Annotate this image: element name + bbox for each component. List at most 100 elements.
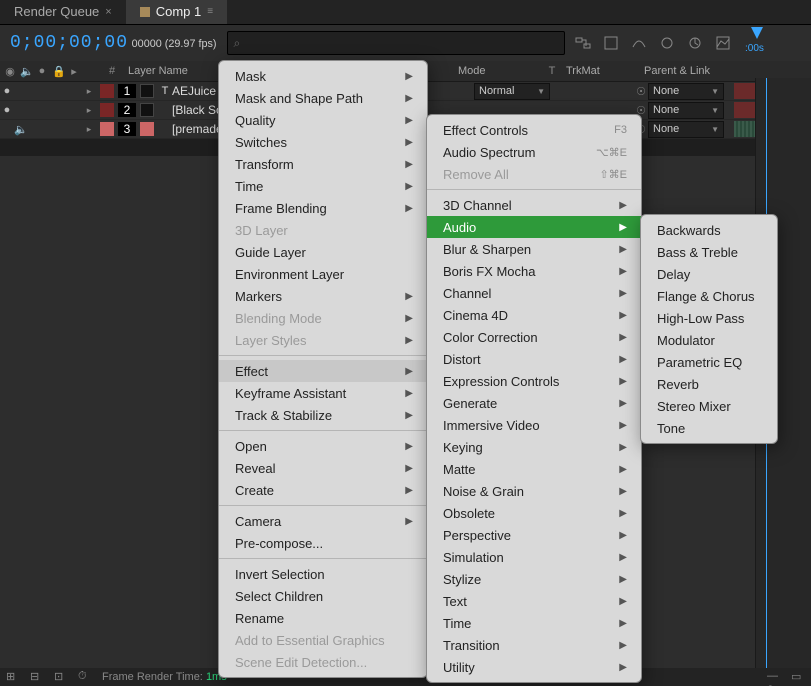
parent-dropdown[interactable]: None▼ <box>648 121 724 138</box>
menu-reverb[interactable]: Reverb <box>641 373 777 395</box>
menu-effect[interactable]: Effect▶ <box>219 360 427 382</box>
audio-toggle[interactable]: 🔈 <box>14 123 28 136</box>
menu-perspective[interactable]: Perspective▶ <box>427 524 641 546</box>
menu-switches[interactable]: Switches▶ <box>219 131 427 153</box>
playhead-icon[interactable] <box>751 27 763 39</box>
tab-comp1[interactable]: Comp 1 ≡ <box>126 0 227 24</box>
audio-column-icon[interactable]: 🔈 <box>20 65 32 77</box>
menu-flange-chorus[interactable]: Flange & Chorus <box>641 285 777 307</box>
menu-camera[interactable]: Camera▶ <box>219 510 427 532</box>
menu-time[interactable]: Time▶ <box>219 175 427 197</box>
mode-column[interactable]: Mode <box>452 65 544 77</box>
chevron-right-icon: ▶ <box>619 552 627 563</box>
panel-menu-icon[interactable]: ≡ <box>207 0 213 24</box>
menu-delay[interactable]: Delay <box>641 263 777 285</box>
tab-render-queue[interactable]: Render Queue × <box>0 0 126 24</box>
menu-audio[interactable]: Audio▶ <box>427 216 641 238</box>
menu-create[interactable]: Create▶ <box>219 479 427 501</box>
menu-keying[interactable]: Keying▶ <box>427 436 641 458</box>
menu-utility[interactable]: Utility▶ <box>427 656 641 678</box>
shy-icon[interactable] <box>631 35 647 51</box>
menu-guide-layer[interactable]: Guide Layer <box>219 241 427 263</box>
twirl-icon[interactable]: ▸ <box>82 124 96 135</box>
label-swatch[interactable] <box>100 84 114 98</box>
solo-column-icon[interactable]: ● <box>36 65 48 77</box>
menu-parametric-eq[interactable]: Parametric EQ <box>641 351 777 373</box>
menu-keyframe-assistant[interactable]: Keyframe Assistant▶ <box>219 382 427 404</box>
draft3d-icon[interactable] <box>603 35 619 51</box>
menu-stereo-mixer[interactable]: Stereo Mixer <box>641 395 777 417</box>
menu-stylize[interactable]: Stylize▶ <box>427 568 641 590</box>
render-time-icon[interactable]: ⏱ <box>78 670 92 684</box>
toggle-in-out-icon[interactable]: ⊡ <box>54 670 68 684</box>
close-icon[interactable]: × <box>105 0 111 24</box>
menu-distort[interactable]: Distort▶ <box>427 348 641 370</box>
time-ruler[interactable]: :00s <box>741 25 801 61</box>
motion-blur-icon[interactable] <box>687 35 703 51</box>
trkmat-column[interactable]: TrkMat <box>560 65 638 77</box>
menu-pre-compose[interactable]: Pre-compose... <box>219 532 427 554</box>
menu-transform[interactable]: Transform▶ <box>219 153 427 175</box>
menu-reveal[interactable]: Reveal▶ <box>219 457 427 479</box>
menu-generate[interactable]: Generate▶ <box>427 392 641 414</box>
menu-high-low-pass[interactable]: High-Low Pass <box>641 307 777 329</box>
menu-rename[interactable]: Rename <box>219 607 427 629</box>
menu-channel[interactable]: Channel▶ <box>427 282 641 304</box>
menu-blur-sharpen[interactable]: Blur & Sharpen▶ <box>427 238 641 260</box>
menu-mask[interactable]: Mask▶ <box>219 65 427 87</box>
twirl-icon[interactable]: ▸ <box>82 105 96 116</box>
menu-text[interactable]: Text▶ <box>427 590 641 612</box>
chevron-right-icon: ▶ <box>405 516 413 527</box>
label-column-icon[interactable]: ▸ <box>68 65 80 77</box>
frame-blend-icon[interactable] <box>659 35 675 51</box>
menu-boris-fx-mocha[interactable]: Boris FX Mocha▶ <box>427 260 641 282</box>
blend-mode-dropdown[interactable]: Normal▼ <box>474 83 550 100</box>
menu-tone[interactable]: Tone <box>641 417 777 439</box>
current-time[interactable]: 0;00;00;00 00000 (29.97 fps) <box>10 33 217 53</box>
menu-open[interactable]: Open▶ <box>219 435 427 457</box>
graph-editor-icon[interactable] <box>715 35 731 51</box>
visibility-toggle[interactable]: ● <box>0 85 14 97</box>
menu-mask-shape-path[interactable]: Mask and Shape Path▶ <box>219 87 427 109</box>
menu-expression-controls[interactable]: Expression Controls▶ <box>427 370 641 392</box>
visibility-toggle[interactable]: ● <box>0 104 14 116</box>
menu-track-stabilize[interactable]: Track & Stabilize▶ <box>219 404 427 426</box>
label-swatch[interactable] <box>100 103 114 117</box>
menu-invert-selection[interactable]: Invert Selection <box>219 563 427 585</box>
menu-matte[interactable]: Matte▶ <box>427 458 641 480</box>
pickwhip-icon[interactable]: ☉ <box>634 85 648 98</box>
parent-dropdown[interactable]: None▼ <box>648 102 724 119</box>
label-swatch[interactable] <box>100 122 114 136</box>
menu-time-effects[interactable]: Time▶ <box>427 612 641 634</box>
menu-color-correction[interactable]: Color Correction▶ <box>427 326 641 348</box>
menu-obsolete[interactable]: Obsolete▶ <box>427 502 641 524</box>
toggle-modes-icon[interactable]: ⊟ <box>30 670 44 684</box>
parent-link-column[interactable]: Parent & Link <box>638 65 754 77</box>
comp-button-icon[interactable]: ▭ <box>791 670 805 684</box>
menu-select-children[interactable]: Select Children <box>219 585 427 607</box>
menu-environment-layer[interactable]: Environment Layer <box>219 263 427 285</box>
zoom-slider-icon[interactable]: —○— <box>767 670 781 684</box>
toggle-switches-icon[interactable]: ⊞ <box>6 670 20 684</box>
twirl-icon[interactable]: ▸ <box>82 86 96 97</box>
menu-effect-controls[interactable]: Effect ControlsF3 <box>427 119 641 141</box>
menu-frame-blending[interactable]: Frame Blending▶ <box>219 197 427 219</box>
menu-quality[interactable]: Quality▶ <box>219 109 427 131</box>
menu-cinema-4d[interactable]: Cinema 4D▶ <box>427 304 641 326</box>
layer-search-input[interactable]: ⌕ <box>227 31 565 55</box>
menu-3d-channel[interactable]: 3D Channel▶ <box>427 194 641 216</box>
layer-name-column[interactable]: Layer Name <box>122 65 224 77</box>
lock-column-icon[interactable]: 🔒 <box>52 65 64 77</box>
menu-modulator[interactable]: Modulator <box>641 329 777 351</box>
menu-noise-grain[interactable]: Noise & Grain▶ <box>427 480 641 502</box>
comp-flowchart-icon[interactable] <box>575 35 591 51</box>
menu-immersive-video[interactable]: Immersive Video▶ <box>427 414 641 436</box>
parent-dropdown[interactable]: None▼ <box>648 83 724 100</box>
menu-backwards[interactable]: Backwards <box>641 219 777 241</box>
menu-markers[interactable]: Markers▶ <box>219 285 427 307</box>
menu-audio-spectrum-last[interactable]: Audio Spectrum⌥⌘E <box>427 141 641 163</box>
menu-transition[interactable]: Transition▶ <box>427 634 641 656</box>
menu-bass-treble[interactable]: Bass & Treble <box>641 241 777 263</box>
video-column-icon[interactable]: ◉ <box>4 65 16 77</box>
menu-simulation[interactable]: Simulation▶ <box>427 546 641 568</box>
